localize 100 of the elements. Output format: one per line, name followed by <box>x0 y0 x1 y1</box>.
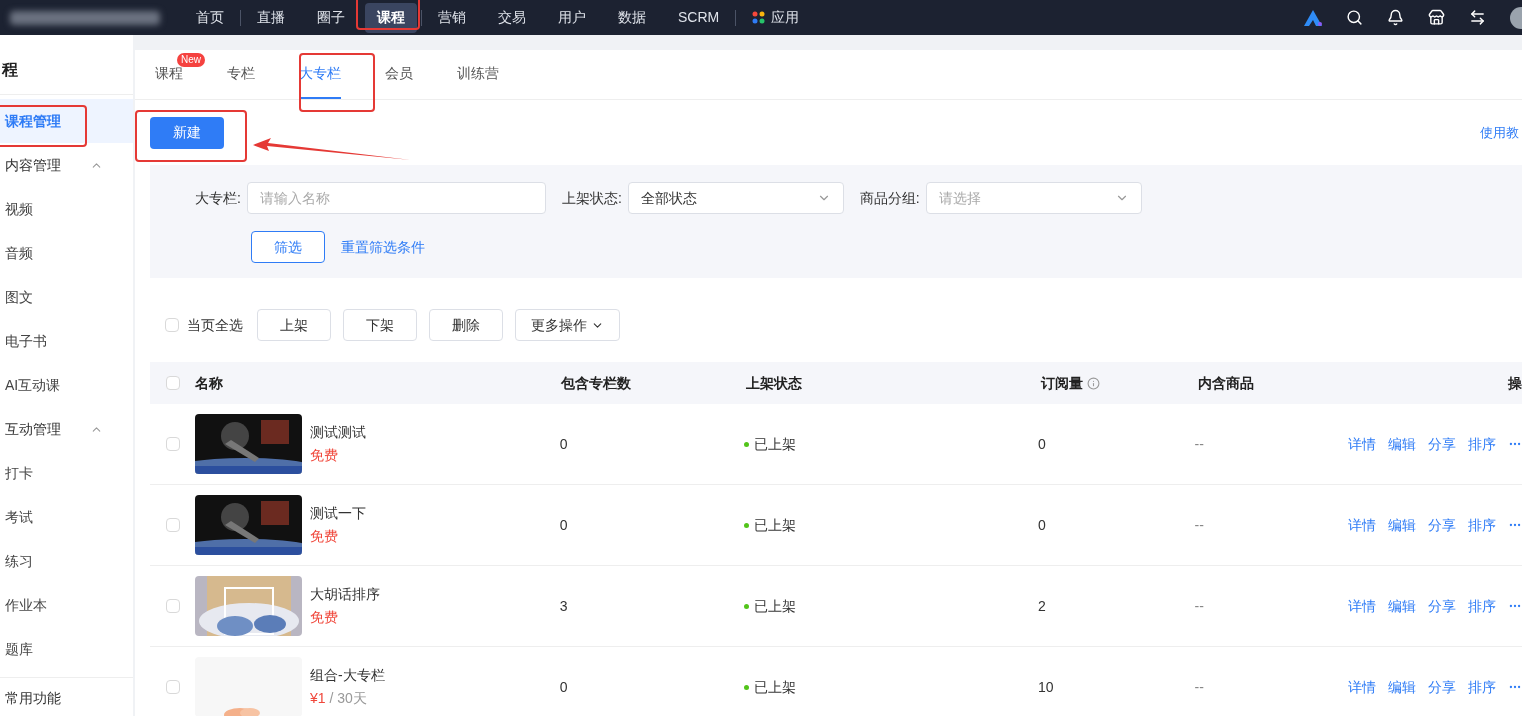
checkbox[interactable] <box>166 599 180 613</box>
sidebar-item[interactable]: 考试 <box>0 495 133 539</box>
sidebar-item[interactable]: 打卡 <box>0 451 133 495</box>
column-header: 名称 <box>195 373 223 393</box>
tab[interactable]: 专栏 <box>227 49 255 99</box>
status-text: 已上架 <box>754 596 797 616</box>
action-link[interactable]: 排序 <box>1468 433 1496 455</box>
checkbox[interactable] <box>166 437 180 451</box>
table-cell: 10 <box>1038 678 1054 695</box>
item-price: 免费 <box>309 608 339 627</box>
notification-bell-icon[interactable] <box>1387 9 1404 26</box>
action-link[interactable]: 编辑 <box>1388 433 1416 455</box>
new-badge: New <box>177 53 205 67</box>
action-link[interactable]: 编辑 <box>1388 595 1416 617</box>
item-price: 免费 <box>309 527 339 546</box>
nav-item[interactable]: 交易 <box>486 2 538 33</box>
sidebar-group[interactable]: 内容管理 <box>0 143 133 187</box>
sidebar-item[interactable]: 视频 <box>0 187 133 231</box>
column-header: 操 <box>1508 373 1522 393</box>
table-cell: -- <box>1194 597 1204 614</box>
action-link[interactable]: 分享 <box>1428 595 1456 617</box>
tab[interactable]: 训练营 <box>457 49 499 99</box>
sidebar-item[interactable]: 作业本 <box>0 583 133 627</box>
action-link[interactable]: 分享 <box>1428 514 1456 536</box>
nav-item[interactable]: 用户 <box>546 2 598 33</box>
table-cell: 0 <box>559 678 568 695</box>
table-cell: -- <box>1194 678 1204 695</box>
item-title: 测试测试 <box>309 423 366 442</box>
table-cell: -- <box>1194 516 1204 533</box>
apps-icon <box>752 11 766 24</box>
column-header: 内含商品 <box>1198 373 1254 393</box>
action-link[interactable]: 分享 <box>1428 676 1456 698</box>
nav-item[interactable]: 应用 <box>740 2 812 33</box>
select-all-label: 当页全选 <box>187 315 243 335</box>
filter-label: 大专栏: <box>195 188 241 208</box>
filter-label: 上架状态: <box>561 188 622 208</box>
tab[interactable]: 会员 <box>385 49 413 99</box>
action-link[interactable]: 编辑 <box>1388 514 1416 536</box>
action-link[interactable]: 分享 <box>1428 433 1456 455</box>
sidebar-item[interactable]: 课程管理 <box>0 99 133 143</box>
bulk-action-button[interactable]: 删除 <box>429 309 503 341</box>
checkbox[interactable] <box>166 680 180 694</box>
checkbox[interactable] <box>166 376 180 390</box>
nav-item[interactable]: 营销 <box>426 2 478 33</box>
action-link[interactable]: 编辑 <box>1388 676 1416 698</box>
status-text: 已上架 <box>754 434 797 454</box>
action-link[interactable]: 排序 <box>1468 595 1496 617</box>
bulk-action-button[interactable]: 下架 <box>343 309 417 341</box>
info-icon <box>1087 376 1100 390</box>
item-title: 测试一下 <box>309 504 366 523</box>
column-header: 订阅量 <box>1041 373 1083 393</box>
sidebar-item[interactable]: 练习 <box>0 539 133 583</box>
table-cell: 0 <box>1038 435 1046 452</box>
help-link[interactable]: 使用教 <box>1480 122 1519 143</box>
nav-item[interactable]: SCRM <box>666 2 732 33</box>
sidebar-item[interactable]: 音频 <box>0 231 133 275</box>
sidebar-item[interactable]: AI互动课 <box>0 363 133 407</box>
table-cell: 0 <box>559 435 568 452</box>
sidebar-item[interactable]: 图文 <box>0 275 133 319</box>
action-link[interactable]: 详情 <box>1348 595 1376 617</box>
reset-filters-link[interactable]: 重置筛选条件 <box>341 236 425 258</box>
action-link[interactable]: 排序 <box>1468 514 1496 536</box>
store-icon[interactable] <box>1428 9 1445 26</box>
new-button[interactable]: 新建 <box>150 116 224 149</box>
nav-item[interactable]: 直播 <box>245 2 297 33</box>
sidebar-title: 程 <box>0 45 133 95</box>
item-price: ¥1 / 30天 <box>309 689 368 708</box>
action-link[interactable]: 排序 <box>1468 676 1496 698</box>
table-cell: 3 <box>559 597 568 614</box>
logo-icon[interactable] <box>1304 9 1322 26</box>
action-link[interactable]: 详情 <box>1348 433 1376 455</box>
more-actions-button[interactable]: 更多操作 <box>515 309 620 341</box>
table-cell: 0 <box>1038 516 1046 533</box>
column-header: 包含专栏数 <box>561 373 631 393</box>
item-price: 免费 <box>309 446 339 465</box>
nav-item[interactable]: 首页 <box>184 2 236 33</box>
filter-label: 商品分组: <box>859 188 920 208</box>
switch-icon[interactable] <box>1469 9 1486 26</box>
sidebar-item[interactable]: 电子书 <box>0 319 133 363</box>
highlight-frame <box>356 0 420 30</box>
search-icon[interactable] <box>1346 9 1363 26</box>
bulk-action-button[interactable]: 上架 <box>257 309 331 341</box>
select-field[interactable]: 全部状态 <box>627 182 844 214</box>
filter-button[interactable]: 筛选 <box>251 231 325 263</box>
nav-item[interactable]: 数据 <box>606 2 658 33</box>
sidebar-item[interactable]: 题库 <box>0 627 133 671</box>
sidebar-group[interactable]: 互动管理 <box>0 407 133 451</box>
action-link[interactable]: 详情 <box>1348 514 1376 536</box>
status-text: 已上架 <box>754 677 797 697</box>
nav-item[interactable]: 课程 <box>365 2 417 33</box>
item-title: 大胡话排序 <box>309 585 380 604</box>
checkbox[interactable] <box>166 518 180 532</box>
column-header: 上架状态 <box>746 373 802 393</box>
table-cell: 0 <box>559 516 568 533</box>
action-link[interactable]: 详情 <box>1348 676 1376 698</box>
name-input-field[interactable]: 请输入名称 <box>246 182 546 214</box>
nav-item[interactable]: 圈子 <box>305 2 357 33</box>
item-title: 组合-大专栏 <box>309 666 385 685</box>
checkbox[interactable] <box>165 318 179 332</box>
sidebar-section-title: 常用功能 <box>5 690 61 706</box>
